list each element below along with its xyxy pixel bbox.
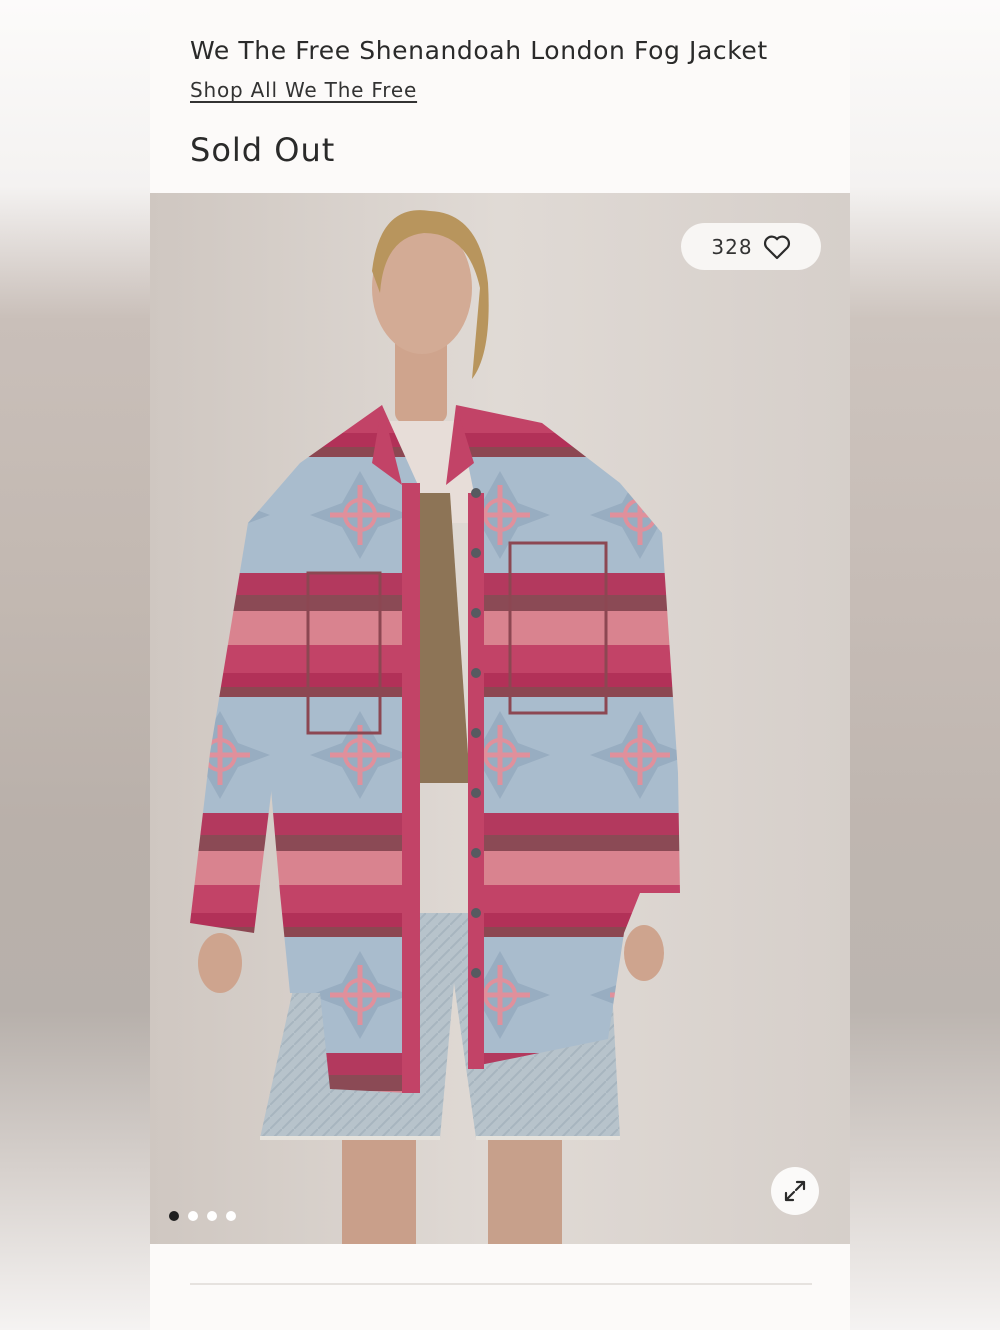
backdrop-left <box>0 0 150 1330</box>
carousel-dots <box>169 1211 236 1221</box>
like-button[interactable]: 328 <box>681 223 821 270</box>
product-title: We The Free Shenandoah London Fog Jacket <box>190 36 768 65</box>
carousel-dot-4[interactable] <box>226 1211 236 1221</box>
carousel-dot-2[interactable] <box>188 1211 198 1221</box>
expand-image-button[interactable] <box>771 1167 819 1215</box>
heart-icon <box>763 235 790 259</box>
carousel-dot-1[interactable] <box>169 1211 179 1221</box>
shop-all-brand-link[interactable]: Shop All We The Free <box>190 78 417 102</box>
stock-status: Sold Out <box>190 131 336 169</box>
expand-icon <box>784 1180 806 1202</box>
product-page: We The Free Shenandoah London Fog Jacket… <box>150 0 850 1330</box>
like-count: 328 <box>711 234 753 259</box>
product-photo <box>150 193 850 1244</box>
product-image-gallery[interactable]: 328 <box>150 193 850 1244</box>
backdrop-right <box>850 0 1000 1330</box>
section-divider <box>190 1283 812 1285</box>
carousel-dot-3[interactable] <box>207 1211 217 1221</box>
